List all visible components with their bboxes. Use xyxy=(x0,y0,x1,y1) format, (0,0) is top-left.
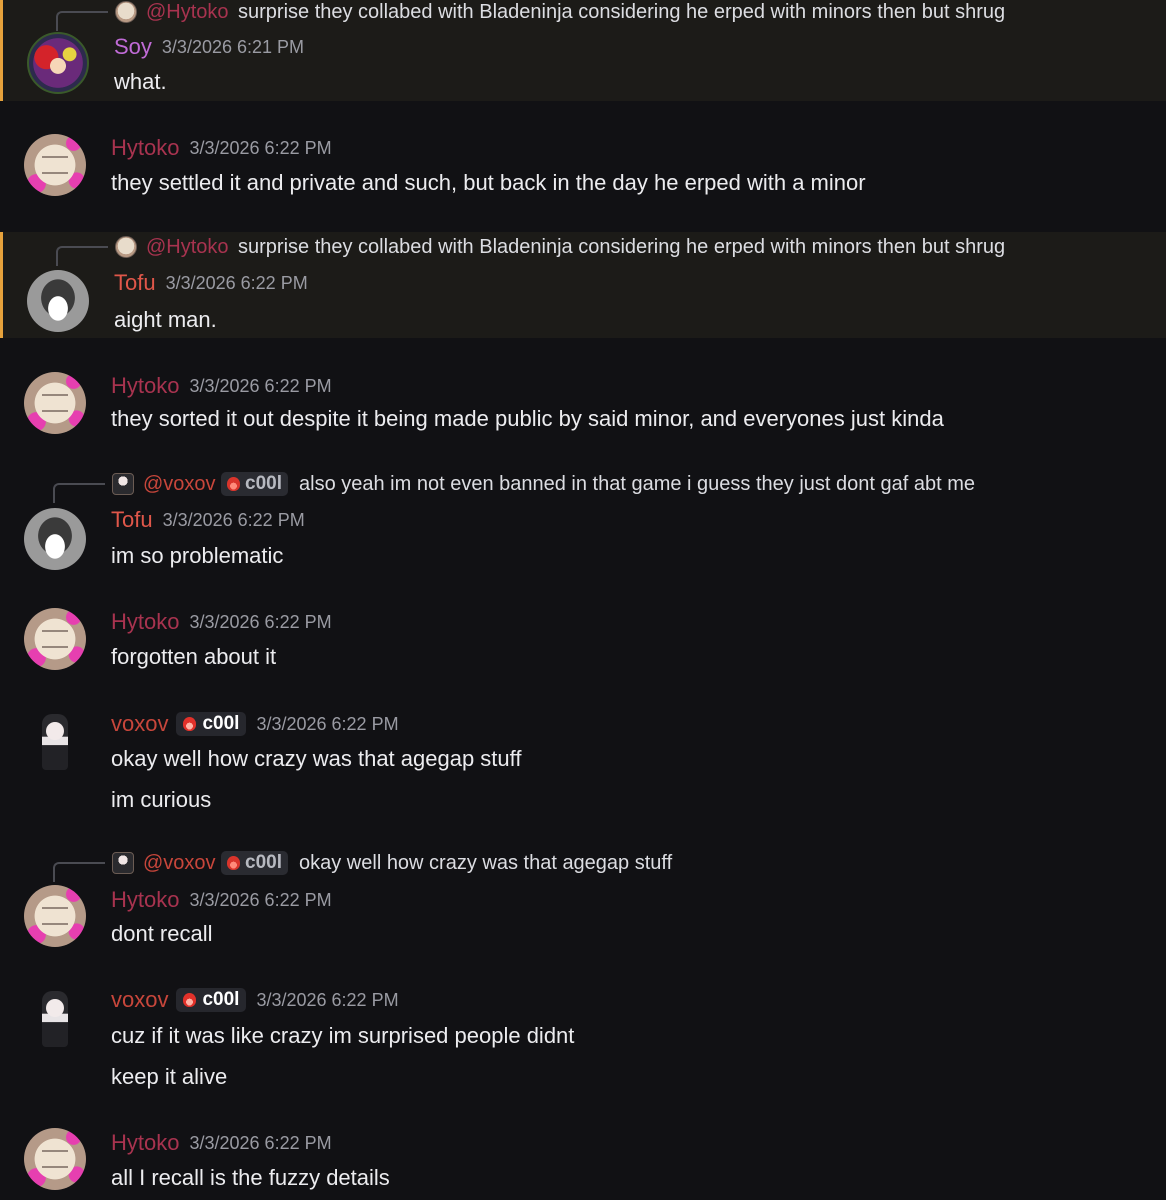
timestamp[interactable]: 3/3/2026 6:22 PM xyxy=(256,990,398,1011)
message-content: keep it alive xyxy=(111,1064,228,1089)
avatar[interactable] xyxy=(24,1128,86,1190)
message-header: Tofu 3/3/2026 6:22 PM xyxy=(114,270,308,298)
reply-avatar[interactable] xyxy=(115,1,137,23)
message-header: voxov c00l 3/3/2026 6:22 PM xyxy=(111,987,399,1015)
timestamp[interactable]: 3/3/2026 6:22 PM xyxy=(189,376,331,397)
message-content: im curious xyxy=(111,787,212,812)
message-item[interactable]: voxov c00l 3/3/2026 6:22 PM cuz if it was … xyxy=(0,973,1166,1103)
timestamp[interactable]: 3/3/2026 6:22 PM xyxy=(189,612,331,633)
avatar[interactable] xyxy=(27,270,89,332)
message-content: all I recall is the fuzzy details xyxy=(111,1165,390,1190)
avatar[interactable] xyxy=(24,710,86,772)
message-header: Hytoko 3/3/2026 6:22 PM xyxy=(111,1130,332,1158)
message-content: im so problematic xyxy=(111,543,284,568)
message-content: forgotten about it xyxy=(111,644,277,669)
username[interactable]: Tofu xyxy=(114,270,156,296)
username[interactable]: Tofu xyxy=(111,507,153,533)
reply-text[interactable]: surprise they collabed with Bladeninja c… xyxy=(238,236,1005,259)
reply-avatar[interactable] xyxy=(112,852,134,874)
message-content: what. xyxy=(114,69,167,94)
username[interactable]: voxov xyxy=(111,987,168,1013)
reply-spine xyxy=(53,862,105,882)
message-header: Hytoko 3/3/2026 6:22 PM xyxy=(111,609,332,637)
message-content: dont recall xyxy=(111,921,213,946)
message-item[interactable]: Hytoko 3/3/2026 6:22 PM all I recall is t… xyxy=(0,1116,1166,1200)
message-content: they sorted it out despite it being made… xyxy=(111,406,944,431)
reply-avatar[interactable] xyxy=(112,473,134,495)
reply-role-badge[interactable]: c00l xyxy=(221,851,288,875)
reply-preview[interactable]: @Hytoko surprise they collabed with Blad… xyxy=(3,235,1166,266)
avatar[interactable] xyxy=(24,134,86,196)
message-header: Hytoko 3/3/2026 6:22 PM xyxy=(111,135,332,163)
username[interactable]: Hytoko xyxy=(111,887,179,913)
avatar[interactable] xyxy=(24,608,86,670)
message-header: Soy 3/3/2026 6:21 PM xyxy=(114,34,304,62)
message-item[interactable]: @voxov c00l okay well how crazy was that… xyxy=(0,851,1166,961)
reply-spine xyxy=(56,246,108,266)
timestamp[interactable]: 3/3/2026 6:22 PM xyxy=(189,1133,331,1154)
message-content: they settled it and private and such, bu… xyxy=(111,170,866,195)
reply-spine xyxy=(56,11,108,31)
reply-username[interactable]: @Hytoko xyxy=(146,236,229,259)
username[interactable]: Hytoko xyxy=(111,373,179,399)
reply-spine xyxy=(53,483,105,503)
avatar[interactable] xyxy=(24,508,86,570)
avatar[interactable] xyxy=(27,32,89,94)
reply-username[interactable]: @voxov xyxy=(143,473,216,496)
reply-text[interactable]: surprise they collabed with Bladeninja c… xyxy=(238,1,1005,24)
message-item[interactable]: @Hytoko surprise they collabed with Blad… xyxy=(0,232,1166,338)
message-item[interactable]: Hytoko 3/3/2026 6:22 PM they settled it a… xyxy=(0,120,1166,210)
reply-role-badge[interactable]: c00l xyxy=(221,472,288,496)
message-item[interactable]: voxov c00l 3/3/2026 6:22 PM okay well how … xyxy=(0,696,1166,826)
timestamp[interactable]: 3/3/2026 6:22 PM xyxy=(256,714,398,735)
username[interactable]: Hytoko xyxy=(111,609,179,635)
timestamp[interactable]: 3/3/2026 6:22 PM xyxy=(166,273,308,294)
reply-preview[interactable]: @voxov c00l also yeah im not even banned… xyxy=(0,472,1166,503)
reply-preview[interactable]: @voxov c00l okay well how crazy was that… xyxy=(0,851,1166,882)
reply-avatar[interactable] xyxy=(115,236,137,258)
message-header: Hytoko 3/3/2026 6:22 PM xyxy=(111,887,332,915)
username[interactable]: Hytoko xyxy=(111,135,179,161)
message-header: Hytoko 3/3/2026 6:22 PM xyxy=(111,373,332,401)
reply-username[interactable]: @voxov xyxy=(143,852,216,875)
role-badge[interactable]: c00l xyxy=(176,988,247,1012)
message-content: aight man. xyxy=(114,307,217,332)
message-item[interactable]: @Hytoko surprise they collabed with Blad… xyxy=(0,0,1166,101)
timestamp[interactable]: 3/3/2026 6:22 PM xyxy=(189,138,331,159)
message-header: Tofu 3/3/2026 6:22 PM xyxy=(111,507,305,535)
message-content: okay well how crazy was that agegap stuf… xyxy=(111,746,522,771)
username[interactable]: Soy xyxy=(114,34,152,60)
reply-preview[interactable]: @Hytoko surprise they collabed with Blad… xyxy=(3,0,1166,31)
timestamp[interactable]: 3/3/2026 6:22 PM xyxy=(189,890,331,911)
username[interactable]: voxov xyxy=(111,711,168,737)
message-item[interactable]: @voxov c00l also yeah im not even banned… xyxy=(0,472,1166,578)
reply-username[interactable]: @Hytoko xyxy=(146,1,229,24)
role-badge[interactable]: c00l xyxy=(176,712,247,736)
reply-text[interactable]: okay well how crazy was that agegap stuf… xyxy=(299,852,672,875)
reply-text[interactable]: also yeah im not even banned in that gam… xyxy=(299,473,975,496)
timestamp[interactable]: 3/3/2026 6:21 PM xyxy=(162,37,304,58)
message-header: voxov c00l 3/3/2026 6:22 PM xyxy=(111,711,399,739)
avatar[interactable] xyxy=(24,372,86,434)
message-content: cuz if it was like crazy im surprised pe… xyxy=(111,1023,575,1048)
avatar[interactable] xyxy=(24,987,86,1049)
message-item[interactable]: Hytoko 3/3/2026 6:22 PM they sorted it ou… xyxy=(0,358,1166,448)
username[interactable]: Hytoko xyxy=(111,1130,179,1156)
avatar[interactable] xyxy=(24,885,86,947)
timestamp[interactable]: 3/3/2026 6:22 PM xyxy=(163,510,305,531)
message-item[interactable]: Hytoko 3/3/2026 6:22 PM forgotten about i… xyxy=(0,594,1166,684)
